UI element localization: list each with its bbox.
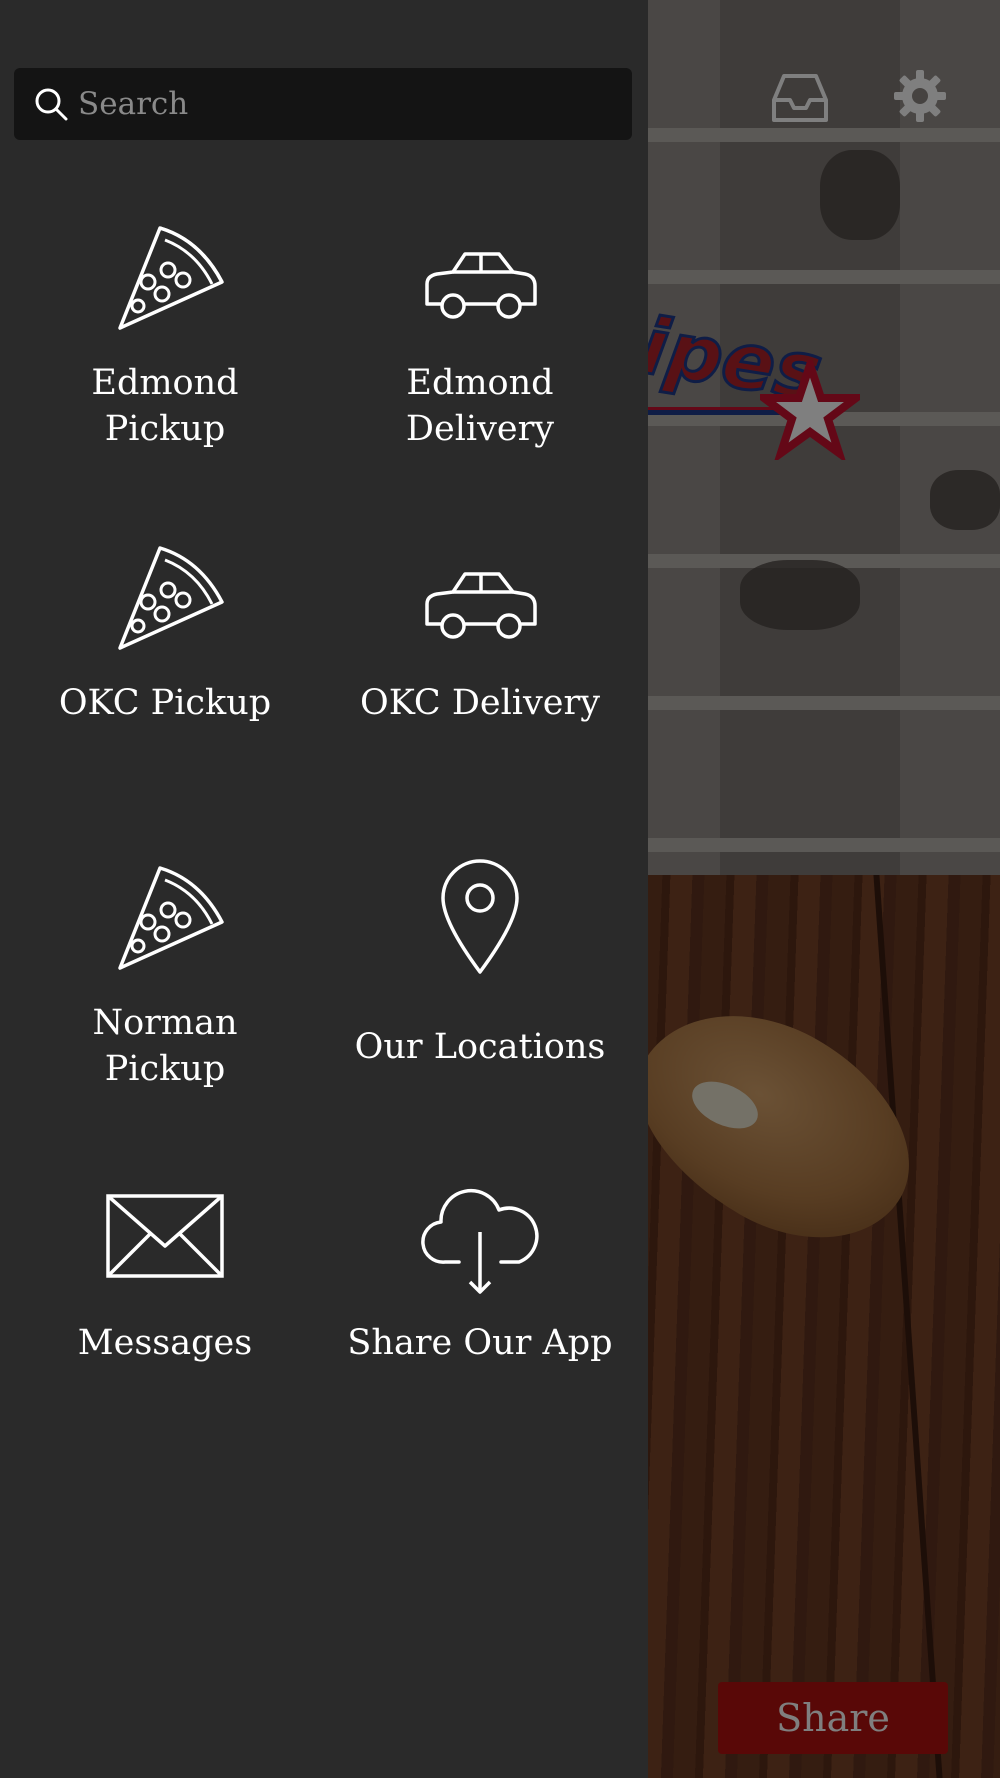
car-icon [425,572,537,639]
cloud-download-icon [421,1188,539,1294]
menu-item-label: Norman Pickup [92,1003,238,1089]
menu-item-edmond-pickup[interactable]: Edmond Pickup [10,210,320,500]
menu-item-label: Edmond Delivery [405,363,555,449]
menu-item-label: Our Locations [354,1027,606,1067]
menu-item-okc-pickup[interactable]: OKC Pickup [10,530,320,820]
search-input[interactable] [78,68,632,140]
map-pin-icon [441,859,519,974]
menu-item-norman-pickup[interactable]: Norman Pickup [10,850,320,1140]
menu-item-our-locations[interactable]: Our Locations [325,850,635,1140]
side-drawer: Edmond Pickup Edmond Delivery [0,0,648,1778]
menu-item-label: OKC Pickup [58,683,272,723]
search-bar [14,68,632,140]
pizza-slice-icon [118,546,224,650]
search-icon [35,88,68,121]
menu-item-label: Share Our App [347,1323,613,1363]
envelope-icon [106,1194,224,1278]
pizza-slice-icon [118,866,224,970]
menu-item-label: OKC Delivery [360,683,600,723]
menu-item-messages[interactable]: Messages [10,1170,320,1460]
menu-item-share-our-app[interactable]: Share Our App [325,1170,635,1460]
pizza-slice-icon [118,226,224,330]
menu-item-edmond-delivery[interactable]: Edmond Delivery [325,210,635,500]
menu-item-label: Edmond Pickup [91,363,239,449]
menu-item-okc-delivery[interactable]: OKC Delivery [325,530,635,820]
menu-item-label: Messages [77,1323,253,1363]
car-icon [425,252,537,319]
